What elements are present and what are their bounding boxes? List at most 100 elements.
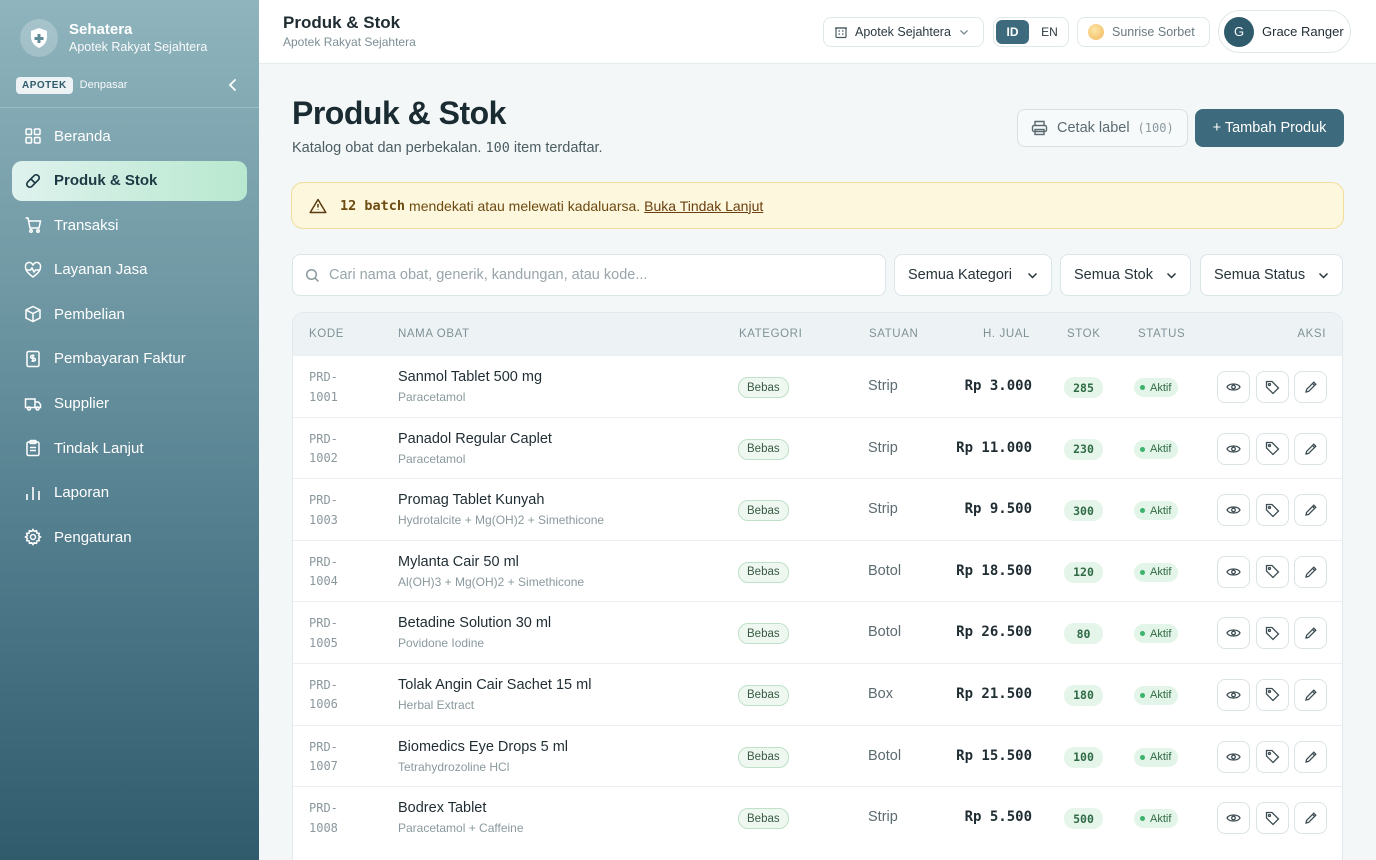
store-selector-label: Apotek Sejahtera: [855, 25, 951, 39]
invoice-icon: [26, 350, 40, 368]
sidebar-item-pengaturan[interactable]: Pengaturan: [12, 517, 247, 557]
table-row[interactable]: PRD- 1001 Sanmol Tablet 500 mg Paracetamo…: [293, 355, 1342, 417]
chevron-down-icon: [959, 29, 968, 35]
edit-button[interactable]: [1294, 494, 1327, 527]
table-row[interactable]: PRD- 1007 Biomedics Eye Drops 5 ml Tetrah…: [293, 724, 1342, 787]
product-generic: Al(OH)3 + Mg(OH)2 + Simethicone: [398, 574, 585, 589]
view-button[interactable]: [1217, 802, 1250, 835]
view-button[interactable]: [1217, 432, 1250, 465]
lang-en-button[interactable]: EN: [1033, 20, 1066, 44]
product-code: PRD- 1007: [309, 739, 338, 774]
product-price: Rp 21.500: [956, 685, 1032, 702]
product-name: Betadine Solution 30 ml: [398, 615, 552, 632]
location-row: APOTEK Denpasar: [16, 76, 242, 94]
product-unit: Strip: [868, 809, 898, 826]
product-name: Mylanta Cair 50 ml: [398, 553, 519, 570]
table-row[interactable]: PRD- 1005 Betadine Solution 30 ml Povidon…: [293, 601, 1342, 663]
view-button[interactable]: [1217, 678, 1250, 711]
pencil-icon: [1304, 442, 1317, 455]
bar-chart-icon: [26, 486, 40, 500]
sidebar-item-label: Pembayaran Faktur: [54, 350, 186, 368]
status-badge: Aktif: [1134, 439, 1179, 459]
header-name: NAMA OBAT: [398, 328, 470, 340]
product-count: 100: [485, 140, 510, 156]
view-button[interactable]: [1217, 371, 1250, 403]
tag-icon: [1265, 749, 1280, 764]
category-filter[interactable]: Semua Kategori: [894, 254, 1052, 296]
store-selector[interactable]: Apotek Sejahtera: [823, 17, 984, 47]
sidebar-nav: Beranda Produk & Stok Transaksi Layanan …: [12, 116, 247, 562]
follow-up-link[interactable]: Buka Tindak Lanjut: [644, 198, 763, 214]
stock-filter-label: Semua Stok: [1074, 267, 1153, 283]
price-tag-button[interactable]: [1256, 371, 1289, 403]
sidebar-item-pembelian[interactable]: Pembelian: [12, 294, 247, 334]
category-badge: Bebas: [738, 500, 789, 522]
table-row[interactable]: PRD- 1004 Mylanta Cair 50 ml Al(OH)3 + Mg…: [293, 539, 1342, 602]
sidebar-item-layanan-jasa[interactable]: Layanan Jasa: [12, 250, 247, 290]
price-tag-button[interactable]: [1256, 432, 1289, 465]
price-tag-button[interactable]: [1256, 678, 1289, 711]
print-label-button[interactable]: Cetak label (100): [1017, 109, 1188, 147]
category-badge: Bebas: [738, 377, 789, 398]
table-row[interactable]: PRD- 1003 Promag Tablet Kunyah Hydrotalci…: [293, 478, 1342, 540]
tag-icon: [1265, 565, 1280, 579]
pencil-icon: [1304, 381, 1317, 393]
language-switch: ID EN: [993, 17, 1069, 47]
sidebar-item-pembayaran-faktur[interactable]: Pembayaran Faktur: [12, 339, 247, 379]
stock-filter[interactable]: Semua Stok: [1060, 254, 1191, 296]
header-price: H. JUAL: [982, 328, 1030, 340]
product-price: Rp 18.500: [956, 562, 1032, 579]
sidebar-item-laporan[interactable]: Laporan: [12, 473, 247, 513]
collapse-sidebar-button[interactable]: [224, 76, 242, 94]
edit-button[interactable]: [1294, 617, 1327, 650]
user-menu[interactable]: G Grace Ranger: [1218, 10, 1351, 53]
search-input[interactable]: [329, 267, 869, 283]
shield-logo-icon: [20, 19, 58, 57]
status-dot-icon: [1140, 508, 1145, 514]
edit-button[interactable]: [1294, 555, 1327, 588]
status-badge: Aktif: [1134, 562, 1179, 582]
theme-selector[interactable]: Sunrise Sorbet: [1077, 17, 1210, 47]
sidebar-item-transaksi[interactable]: Transaksi: [12, 205, 247, 245]
lang-id-button[interactable]: ID: [996, 20, 1029, 44]
table-row[interactable]: PRD- 1008 Bodrex Tablet Paracetamol + Caf…: [293, 786, 1342, 848]
status-filter[interactable]: Semua Status: [1200, 254, 1343, 296]
price-tag-button[interactable]: [1256, 555, 1289, 588]
edit-button[interactable]: [1294, 432, 1327, 465]
eye-icon: [1226, 629, 1241, 638]
price-tag-button[interactable]: [1256, 617, 1289, 650]
table-row[interactable]: PRD- 1002 Panadol Regular Caplet Paraceta…: [293, 416, 1342, 479]
status-badge: Aktif: [1134, 809, 1179, 829]
brand-subtitle: Apotek Rakyat Sejahtera: [69, 40, 208, 54]
table-row[interactable]: PRD- 1006 Tolak Angin Cair Sachet 15 ml H…: [293, 662, 1342, 725]
edit-button[interactable]: [1294, 678, 1327, 711]
page-title: Produk & Stok: [292, 95, 506, 131]
stock-badge: 300: [1064, 500, 1103, 522]
status-badge: Aktif: [1134, 747, 1179, 767]
price-tag-button[interactable]: [1256, 740, 1289, 773]
tag-icon: [1265, 380, 1280, 394]
sidebar-item-beranda[interactable]: Beranda: [12, 116, 247, 156]
header-code: KODE: [309, 328, 344, 340]
view-button[interactable]: [1217, 617, 1250, 650]
eye-icon: [1226, 568, 1241, 576]
category-badge: Bebas: [738, 623, 789, 645]
status-badge: Aktif: [1134, 501, 1179, 521]
eye-icon: [1226, 814, 1241, 822]
sidebar-item-supplier[interactable]: Supplier: [12, 384, 247, 424]
stock-badge: 100: [1064, 746, 1103, 768]
edit-button[interactable]: [1294, 740, 1327, 773]
sidebar: Sehatera Apotek Rakyat Sejahtera APOTEK …: [0, 0, 259, 860]
product-name: Bodrex Tablet: [398, 800, 487, 817]
view-button[interactable]: [1217, 555, 1250, 588]
sidebar-item-produk-stok[interactable]: Produk & Stok: [12, 160, 247, 201]
edit-button[interactable]: [1294, 371, 1327, 403]
view-button[interactable]: [1217, 494, 1250, 527]
add-product-button[interactable]: + Tambah Produk: [1195, 109, 1344, 147]
view-button[interactable]: [1217, 740, 1250, 773]
pencil-icon: [1304, 504, 1317, 517]
edit-button[interactable]: [1294, 802, 1327, 835]
price-tag-button[interactable]: [1256, 494, 1289, 527]
price-tag-button[interactable]: [1256, 802, 1289, 835]
sidebar-item-tindak-lanjut[interactable]: Tindak Lanjut: [12, 428, 247, 468]
